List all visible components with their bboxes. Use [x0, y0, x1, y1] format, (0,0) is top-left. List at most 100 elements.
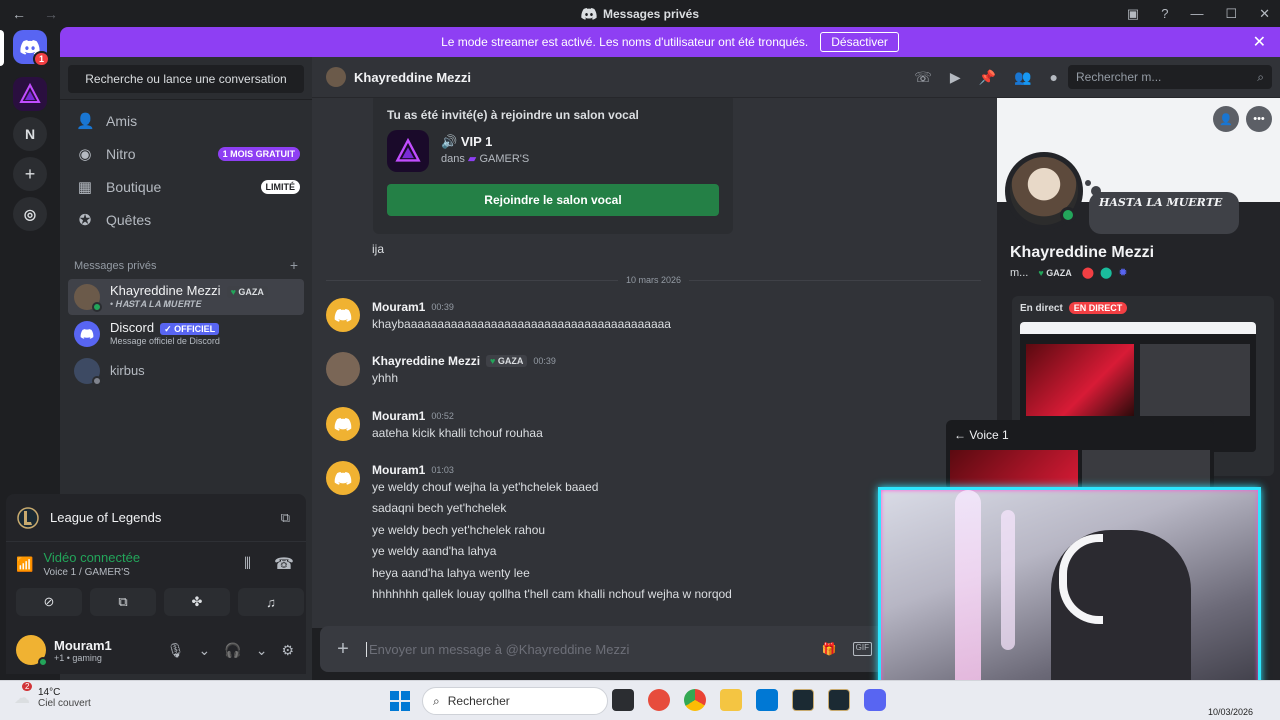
author-avatar[interactable]: [326, 461, 360, 495]
bubble-dot: [1085, 180, 1091, 186]
league-of-legends-icon: [17, 506, 39, 529]
file-explorer-icon[interactable]: [720, 689, 742, 711]
conversation-search-button[interactable]: Recherche ou lance une conversation: [68, 65, 304, 93]
voice-panel: League of Legends ⧉ 📶 Vidéo connectée Vo…: [6, 494, 306, 626]
avatar: [74, 284, 102, 312]
noise-suppression-icon[interactable]: ⦀: [244, 556, 251, 574]
task-view-icon[interactable]: [612, 689, 634, 711]
discord-taskbar-icon[interactable]: [864, 689, 886, 711]
maximize-button[interactable]: ☐: [1225, 6, 1237, 22]
store-icon[interactable]: [756, 689, 778, 711]
message-composer[interactable]: + Envoyer un message à @Khayreddine Mezz…: [320, 626, 890, 672]
activities-icon: ✤: [191, 594, 203, 609]
new-dm-icon[interactable]: +: [290, 258, 298, 272]
cloud-icon: ☁ 2: [14, 682, 33, 708]
user-avatar[interactable]: [16, 635, 48, 667]
settings-gear-icon[interactable]: ⚙: [281, 642, 294, 659]
explore-icon[interactable]: ◎: [13, 197, 47, 231]
more-options-icon[interactable]: •••: [1246, 106, 1272, 132]
sidebar-item-nitro[interactable]: ◉ Nitro 1 MOIS GRATUIT: [68, 138, 304, 170]
game-activity: League of Legends ⧉: [6, 494, 306, 542]
gaza-badge: ♥ GAZA: [486, 355, 528, 367]
search-icon: ⌕: [433, 693, 440, 708]
sidebar-item-quests[interactable]: ✪ Quêtes: [68, 204, 304, 236]
dm-item-discord[interactable]: Discord ✓ OFFICIEL Message officiel de Di…: [68, 316, 304, 352]
online-status: [1060, 207, 1076, 223]
chevron-down-icon[interactable]: ⌄: [256, 642, 268, 659]
recipient-name[interactable]: Khayreddine Mezzi: [354, 70, 471, 85]
user-profile-icon[interactable]: ●: [1050, 69, 1058, 86]
headphones-icon[interactable]: 🎧: [224, 642, 241, 659]
discord-icon: [80, 329, 94, 339]
gif-icon[interactable]: GIF: [852, 642, 872, 656]
chrome-icon[interactable]: [684, 689, 706, 711]
voice-invite-card: Tu as été invité(e) à rejoindre un salon…: [373, 98, 733, 234]
soundboard-icon: ♫: [266, 594, 276, 610]
message-input[interactable]: Envoyer un message à @Khayreddine Mezzi: [366, 641, 629, 657]
shop-icon: ▦: [77, 179, 93, 196]
weather-widget[interactable]: ☁ 2 14°C Ciel couvert: [14, 682, 91, 709]
friends-icon: 👤: [76, 113, 95, 130]
selected-indicator: [0, 30, 4, 66]
voice-overlay-title[interactable]: ← Voice 1: [954, 428, 1009, 442]
minimize-button[interactable]: —: [1190, 6, 1203, 21]
chat-search-input[interactable]: Rechercher m... ⌕: [1068, 65, 1272, 89]
live-badge: EN DIRECT: [1068, 302, 1128, 314]
mention-badge: 1: [32, 51, 50, 67]
microphone-icon[interactable]: 🎙: [167, 642, 185, 659]
close-window-button[interactable]: ✕: [1259, 6, 1270, 22]
author-avatar[interactable]: [326, 352, 360, 386]
inbox-icon[interactable]: ▣: [1127, 6, 1139, 22]
streamer-mode-banner: Le mode streamer est activé. Les noms d'…: [60, 27, 1280, 57]
profile-avatar[interactable]: [1005, 152, 1083, 230]
voice-connection: 📶 Vidéo connectée Voice 1 / GAMER'S ⦀ ☎: [16, 550, 294, 578]
gamers-server-logo: [395, 138, 421, 162]
author-avatar[interactable]: [326, 407, 360, 441]
help-icon[interactable]: ?: [1161, 6, 1168, 21]
league-of-legends-icon[interactable]: [792, 689, 814, 711]
windows-start-icon[interactable]: [390, 691, 410, 711]
screen-share-icon[interactable]: ⧉: [281, 510, 290, 526]
gift-icon[interactable]: 🎁: [822, 642, 837, 656]
soundboard-button[interactable]: ♫: [238, 588, 304, 616]
gamers-server-logo: [19, 83, 41, 103]
add-server-icon[interactable]: +: [13, 157, 47, 191]
voice-call-icon[interactable]: ☏: [914, 69, 932, 86]
pinned-messages-icon[interactable]: 📌: [979, 69, 996, 86]
home-button[interactable]: 1: [13, 30, 50, 67]
server-n[interactable]: N: [13, 117, 47, 151]
user-panel: Mouram1 +1 • gaming 🎙 ⌄ 🎧 ⌄ ⚙: [6, 626, 306, 674]
banner-text: Le mode streamer est activé. Les noms d'…: [441, 35, 809, 49]
sidebar-item-shop[interactable]: ▦ Boutique LIMITÉ: [68, 171, 304, 203]
sidebar-item-friends[interactable]: 👤 Amis: [68, 105, 304, 137]
upload-plus-icon[interactable]: +: [320, 638, 366, 661]
custom-status-bubble: 𝑯𝑨𝑺𝑻𝑨 𝑳𝑨 𝑴𝑼𝑬𝑹𝑻𝑬: [1089, 192, 1239, 234]
chevron-down-icon[interactable]: ⌄: [199, 642, 211, 659]
server-gamers[interactable]: [13, 77, 47, 111]
disconnect-icon[interactable]: ☎: [274, 554, 294, 574]
message-line: ija: [372, 242, 385, 256]
league-client-icon[interactable]: [828, 689, 850, 711]
webcam-feed: [878, 487, 1261, 700]
add-friend-icon[interactable]: 👤: [1213, 106, 1239, 132]
discord-icon: [334, 308, 352, 322]
nitro-promo-badge: 1 MOIS GRATUIT: [217, 147, 300, 161]
badge-icon: ⬤: [1100, 267, 1113, 279]
avatar: [74, 358, 102, 386]
share-screen-button[interactable]: ⧉: [90, 588, 156, 616]
video-call-icon[interactable]: ▶: [950, 69, 961, 86]
disable-streamer-button[interactable]: Désactiver: [820, 32, 899, 52]
author-avatar[interactable]: [326, 298, 360, 332]
add-friends-icon[interactable]: 👥: [1014, 69, 1031, 86]
join-voice-button[interactable]: Rejoindre le salon vocal: [387, 184, 719, 216]
app-icon[interactable]: [648, 689, 670, 711]
voice-overlay-window[interactable]: ← Voice 1: [946, 420, 1214, 490]
close-banner-icon[interactable]: ✕: [1253, 32, 1266, 52]
dm-item-kirbus[interactable]: kirbus: [68, 353, 304, 389]
activities-button[interactable]: ✤: [164, 588, 230, 616]
taskbar-search[interactable]: ⌕ Rechercher: [422, 687, 608, 715]
signal-icon[interactable]: 📶: [16, 556, 33, 573]
camera-off-button[interactable]: ⊘: [16, 588, 82, 616]
profile-badges: m... ♥ GAZA ⬤ ⬤ ✹: [1010, 266, 1128, 280]
dm-item-khayreddine[interactable]: Khayreddine Mezzi ♥ GAZA • 𝑯𝑨𝑺𝑻𝑨 𝑳𝑨 𝑴𝑼𝑬𝑹𝑻…: [68, 279, 304, 315]
